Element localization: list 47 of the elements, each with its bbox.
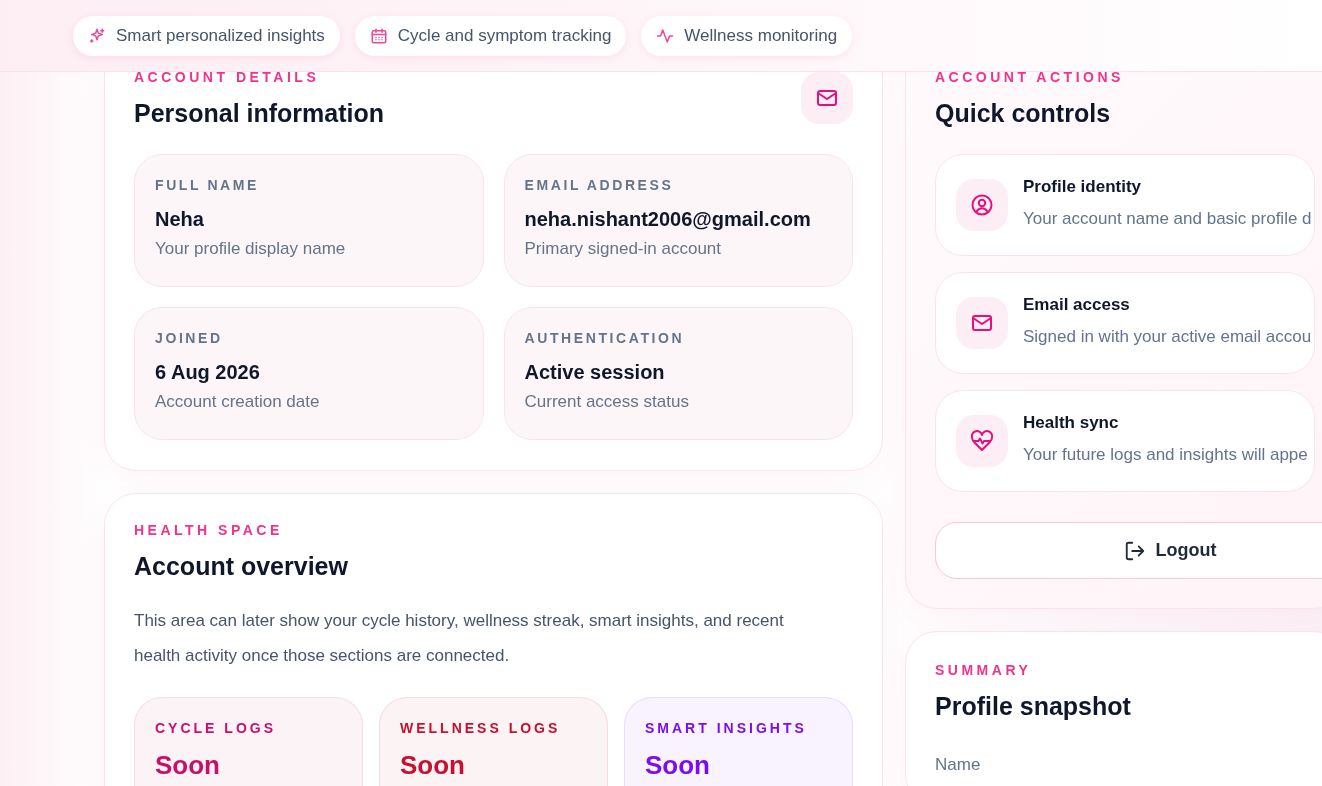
- pulse-line-icon: [656, 26, 675, 45]
- field-label: AUTHENTICATION: [524, 330, 686, 346]
- item-description: Signed in with your active email accou: [1023, 327, 1312, 347]
- item-title: Health sync: [1023, 413, 1120, 433]
- section-title: Quick controls: [935, 98, 1112, 128]
- section-title: Account overview: [134, 551, 349, 581]
- user-icon: [970, 193, 994, 217]
- tile-label: CYCLE LOGS: [155, 720, 277, 736]
- tile-value: Soon: [155, 750, 221, 781]
- control-item[interactable]: Email access Signed in with your active email accou: [935, 272, 1315, 374]
- field-value: Neha: [155, 208, 205, 231]
- heart-pulse-icon: [970, 429, 994, 453]
- tile-label: WELLNESS LOGS: [400, 720, 562, 736]
- item-title: Email access: [1023, 295, 1131, 315]
- field-value: 6 Aug 2026: [155, 361, 261, 384]
- field-label: FULL NAME: [155, 177, 261, 193]
- tile-value: Soon: [400, 750, 466, 781]
- section-label: ACCOUNT ACTIONS: [935, 70, 1125, 84]
- field-label: EMAIL ADDRESS: [524, 177, 675, 193]
- tile-value: Soon: [645, 750, 711, 781]
- tile-label: SMART INSIGHTS: [645, 720, 808, 736]
- control-item[interactable]: Health sync Your future logs and insights will appe: [935, 390, 1315, 492]
- field-hint: Primary signed-in account: [524, 239, 723, 259]
- item-description: Your account name and basic profile d: [1023, 209, 1312, 229]
- section-title: Profile snapshot: [935, 691, 1132, 721]
- control-item[interactable]: Profile identity Your account name and basic profile d: [935, 154, 1315, 256]
- chip-label: Wellness monitoring: [684, 25, 838, 46]
- field-label: JOINED: [155, 330, 224, 346]
- field-hint: Your profile display name: [155, 239, 347, 259]
- description-text: This area can later show your cycle history, wellness streak, smart insights, and recent health activity once those sections are connected.: [134, 610, 785, 667]
- item-description: Your future logs and insights will appe: [1023, 445, 1308, 465]
- field-hint: Account creation date: [155, 392, 321, 412]
- chip-label: Cycle and symptom tracking: [397, 25, 612, 46]
- section-label: HEALTH SPACE: [134, 523, 284, 537]
- chip-label: Smart personalized insights: [116, 25, 325, 46]
- section-title: Personal information: [134, 98, 385, 128]
- logout-icon: [1123, 539, 1146, 562]
- field-value: neha.nishant2006@gmail.com: [524, 208, 812, 231]
- field-value: Active session: [524, 361, 666, 384]
- item-title: Profile identity: [1023, 177, 1143, 197]
- section-label: SUMMARY: [935, 663, 1033, 677]
- summary-label: Name: [935, 755, 982, 775]
- calendar-icon: [369, 26, 388, 45]
- sparkles-icon: [88, 26, 106, 45]
- logout-button[interactable]: Logout: [935, 522, 1322, 579]
- field-hint: Current access status: [524, 392, 690, 412]
- section-label: ACCOUNT DETAILS: [134, 70, 321, 84]
